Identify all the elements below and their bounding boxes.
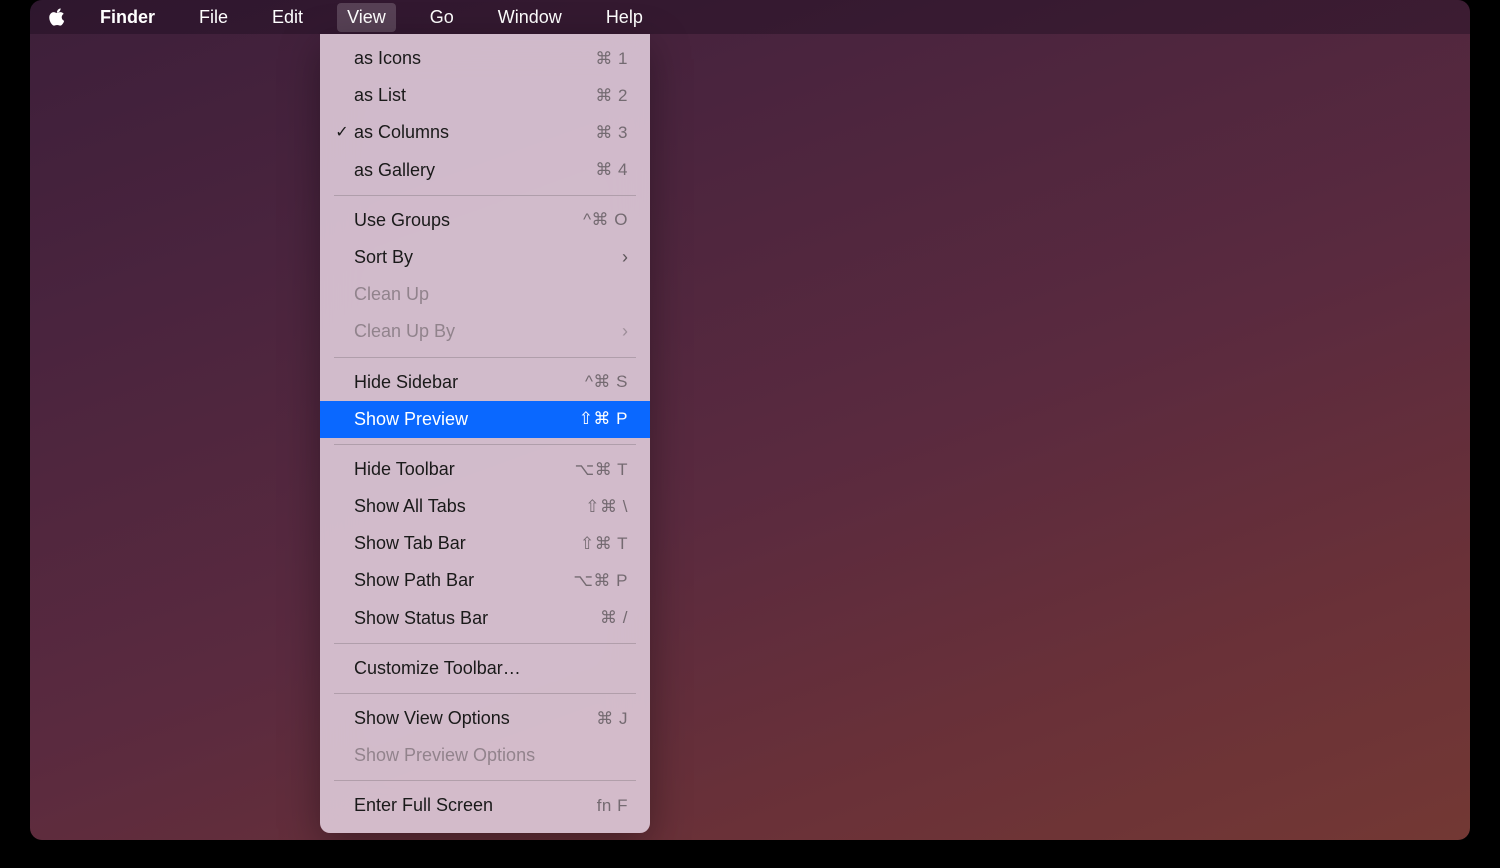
menu-item-shortcut: ⌘ 1 [595,47,628,71]
menu-item-label: Sort By [352,245,610,270]
menu-item-show-all-tabs[interactable]: Show All Tabs⇧⌘ \ [320,488,650,525]
menu-item-label: Show View Options [352,706,596,731]
menu-item-as-icons[interactable]: as Icons⌘ 1 [320,40,650,77]
menubar-app-name[interactable]: Finder [90,3,165,32]
menu-separator [334,643,636,644]
menu-item-label: as Icons [352,46,595,71]
menu-item-clean-up-by: Clean Up By› [320,313,650,350]
menu-item-label: Show Status Bar [352,606,600,631]
checkmark-icon: ✓ [332,122,352,144]
menu-item-label: as Columns [352,120,595,145]
menu-item-shortcut: ⇧⌘ \ [585,495,628,519]
menu-item-show-view-options[interactable]: Show View Options⌘ J [320,700,650,737]
menu-separator [334,780,636,781]
menu-bar: Finder File Edit View Go Window Help [30,0,1470,34]
menu-item-hide-sidebar[interactable]: Hide Sidebar^⌘ S [320,364,650,401]
menu-item-hide-toolbar[interactable]: Hide Toolbar⌥⌘ T [320,451,650,488]
menubar-item-help[interactable]: Help [596,3,653,32]
chevron-right-icon: › [610,245,628,270]
chevron-right-icon: › [610,319,628,344]
menu-item-label: Hide Sidebar [352,370,585,395]
view-menu-dropdown: as Icons⌘ 1as List⌘ 2✓as Columns⌘ 3as Ga… [320,34,650,833]
menu-item-shortcut: ^⌘ O [583,208,628,232]
menubar-item-go[interactable]: Go [420,3,464,32]
menu-item-shortcut: fn F [597,794,628,818]
menu-item-as-gallery[interactable]: as Gallery⌘ 4 [320,152,650,189]
menu-separator [334,357,636,358]
apple-logo-icon[interactable] [48,8,66,26]
menubar-item-file[interactable]: File [189,3,238,32]
menu-item-enter-full-screen[interactable]: Enter Full Screenfn F [320,787,650,824]
menu-item-label: Customize Toolbar… [352,656,628,681]
menu-item-shortcut: ⌥⌘ T [575,458,628,482]
menu-item-use-groups[interactable]: Use Groups^⌘ O [320,202,650,239]
menu-item-shortcut: ⇧⌘ T [580,532,628,556]
menu-item-show-tab-bar[interactable]: Show Tab Bar⇧⌘ T [320,525,650,562]
menu-item-show-status-bar[interactable]: Show Status Bar⌘ / [320,600,650,637]
menu-item-show-preview-options: Show Preview Options [320,737,650,774]
menu-item-label: as Gallery [352,158,595,183]
menu-item-shortcut: ⇧⌘ P [579,407,628,431]
desktop-screen: Finder File Edit View Go Window Help as … [30,0,1470,840]
menu-separator [334,693,636,694]
menu-item-shortcut: ⌥⌘ P [573,569,628,593]
menu-item-as-list[interactable]: as List⌘ 2 [320,77,650,114]
menu-item-label: Show All Tabs [352,494,585,519]
menu-item-label: Clean Up By [352,319,610,344]
menu-item-label: Show Tab Bar [352,531,580,556]
menu-item-show-preview[interactable]: Show Preview⇧⌘ P [320,401,650,438]
menu-item-label: Show Preview [352,407,579,432]
menu-item-clean-up: Clean Up [320,276,650,313]
menubar-item-window[interactable]: Window [488,3,572,32]
menu-item-customize-toolbar[interactable]: Customize Toolbar… [320,650,650,687]
menu-item-shortcut: ⌘ J [596,707,628,731]
menu-item-shortcut: ⌘ 4 [595,158,628,182]
menu-item-label: Use Groups [352,208,583,233]
menu-item-label: as List [352,83,595,108]
menu-item-shortcut: ⌘ / [600,606,628,630]
menu-item-shortcut: ^⌘ S [585,370,628,394]
menubar-item-edit[interactable]: Edit [262,3,313,32]
menu-separator [334,444,636,445]
menu-item-show-path-bar[interactable]: Show Path Bar⌥⌘ P [320,562,650,599]
menu-item-label: Show Path Bar [352,568,573,593]
menu-separator [334,195,636,196]
menu-item-label: Show Preview Options [352,743,628,768]
menu-item-label: Clean Up [352,282,628,307]
menubar-item-view[interactable]: View [337,3,396,32]
menu-item-shortcut: ⌘ 3 [595,121,628,145]
menu-item-label: Enter Full Screen [352,793,597,818]
menu-item-label: Hide Toolbar [352,457,575,482]
menu-item-shortcut: ⌘ 2 [595,84,628,108]
menu-item-as-columns[interactable]: ✓as Columns⌘ 3 [320,114,650,151]
menu-item-sort-by[interactable]: Sort By› [320,239,650,276]
